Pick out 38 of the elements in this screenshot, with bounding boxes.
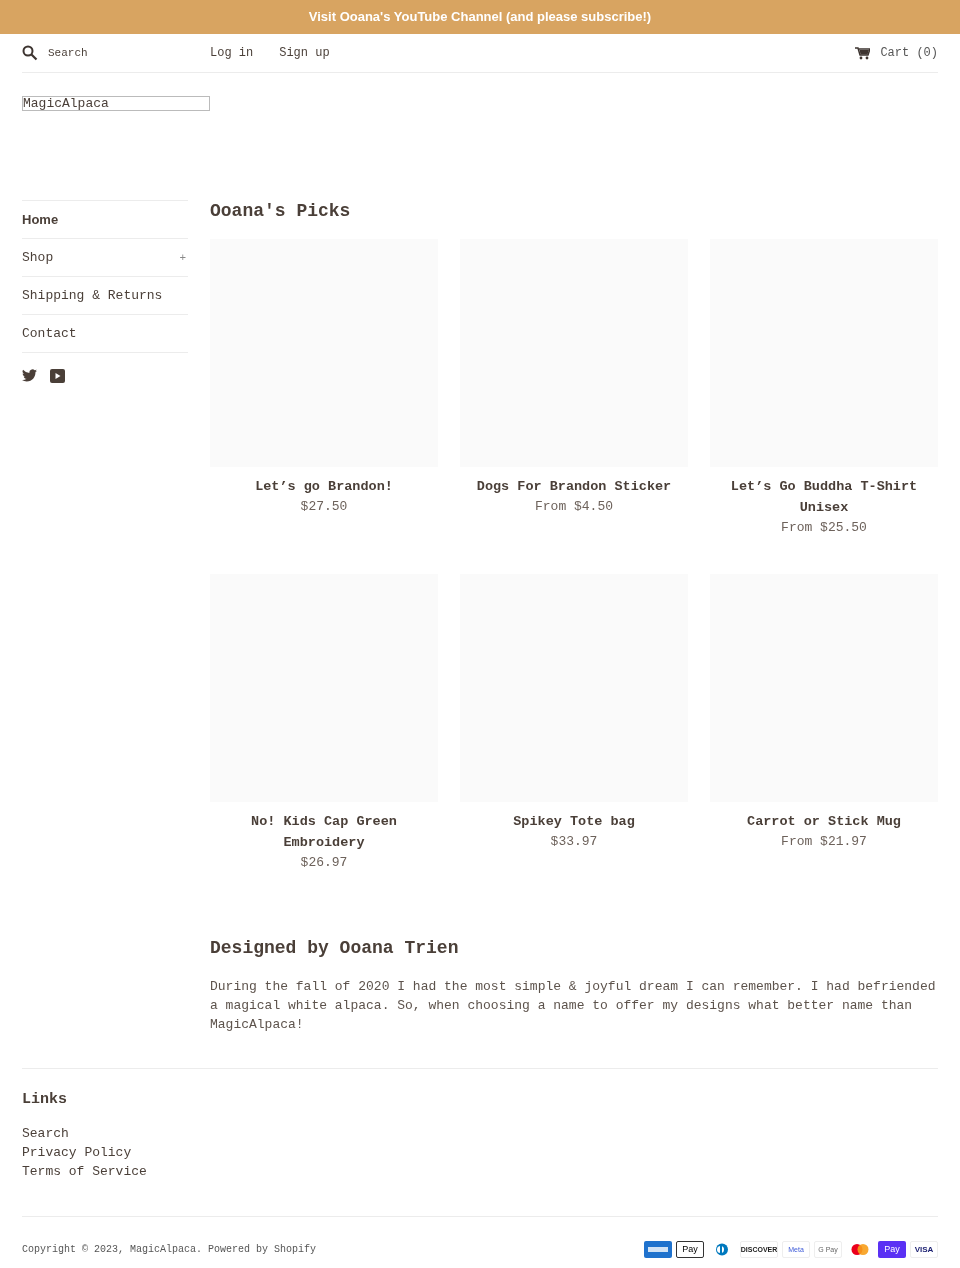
- play-icon[interactable]: [50, 369, 65, 383]
- sidebar-item[interactable]: Home: [22, 200, 188, 238]
- section-title: Ooana's Picks: [210, 200, 352, 222]
- search-icon[interactable]: [22, 45, 38, 61]
- section-title: Designed by Ooana Trien: [210, 937, 460, 959]
- product-price: From $4.50: [535, 498, 613, 516]
- product-title[interactable]: Dogs For Brandon Sticker: [472, 476, 676, 497]
- account-link[interactable]: Sign up: [279, 46, 330, 60]
- expand-toggle[interactable]: +: [179, 251, 188, 264]
- card-logo-icon: [644, 1240, 672, 1258]
- sidebar-item[interactable]: Contact: [22, 314, 188, 353]
- product-price: From $25.50: [781, 519, 867, 537]
- footer-link[interactable]: Search: [22, 1124, 938, 1143]
- product-title[interactable]: No! Kids Cap Green Embroidery: [210, 811, 438, 853]
- footer-link[interactable]: Terms of Service: [22, 1162, 938, 1181]
- account-link[interactable]: Log in: [210, 46, 254, 60]
- footer-link[interactable]: Privacy Policy: [22, 1143, 938, 1162]
- logo[interactable]: MagicAlpaca: [22, 96, 210, 111]
- sidebar-item[interactable]: Shop +: [22, 238, 188, 276]
- footer-heading: Links: [22, 1091, 68, 1108]
- cart-icon[interactable]: [855, 46, 871, 60]
- about-text: During the fall of 2020 I had the most simple & joyful dream I can remember. I had befriended a magical white alpaca. So, when choosing a name to offer my designs what better name than MagicAlpaca!: [210, 978, 937, 1034]
- sidebar-item[interactable]: Shipping & Returns: [22, 276, 188, 314]
- product-title[interactable]: Carrot or Stick Mug: [743, 811, 905, 832]
- product-price: $33.97: [550, 833, 598, 851]
- apple-pay-badge: Pay: [676, 1240, 704, 1258]
- product-title[interactable]: Let’s Go Buddha T-Shirt Unisex: [710, 476, 938, 518]
- search-field[interactable]: Search: [48, 47, 178, 59]
- product-price: $27.50: [300, 498, 348, 516]
- product-price: $26.97: [300, 854, 348, 872]
- shop-pay-badge: Pay: [878, 1240, 906, 1258]
- product-title[interactable]: Let’s go Brandon!: [251, 476, 397, 497]
- product-title[interactable]: Spikey Tote bag: [509, 811, 639, 832]
- cart-link[interactable]: Cart (0): [880, 46, 938, 60]
- product-price: From $21.97: [781, 833, 867, 851]
- bird-icon[interactable]: [22, 369, 37, 382]
- copyright-text: Copyright © 2023, MagicAlpaca. Powered by Shopify: [22, 1243, 317, 1255]
- visa-logo: VISA: [910, 1240, 938, 1258]
